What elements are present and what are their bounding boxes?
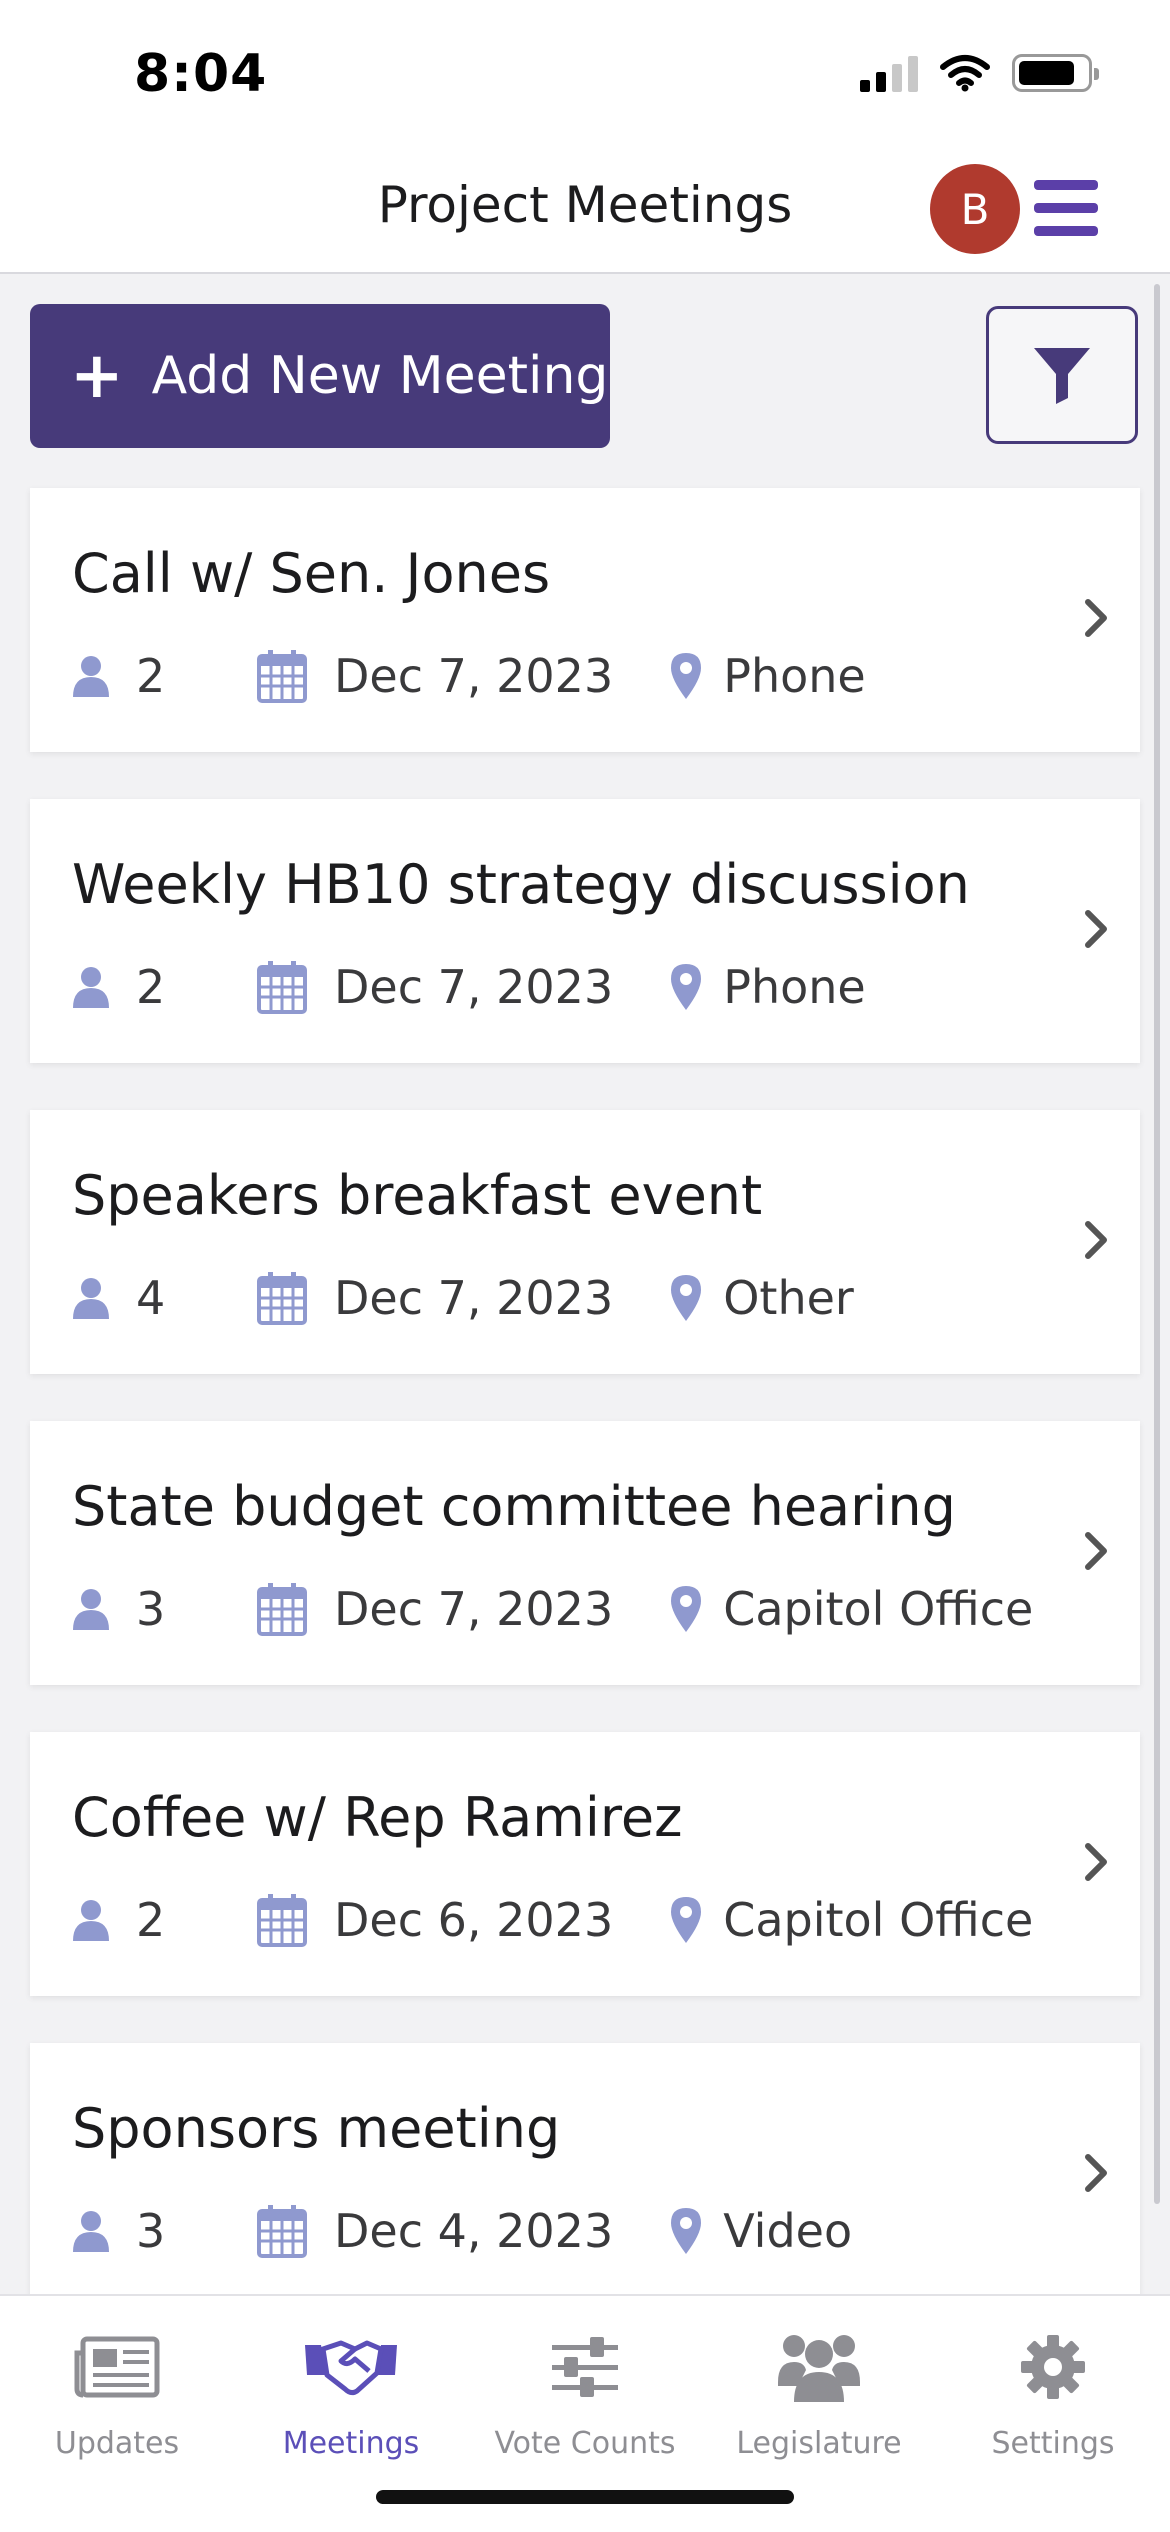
tab-updates[interactable]: Updates [0, 2312, 234, 2461]
calendar-icon [256, 648, 308, 704]
calendar-icon [256, 2203, 308, 2259]
chevron-right-icon [1082, 1529, 1110, 1577]
app-header: Project Meetings B [0, 150, 1170, 274]
attendee-count: 4 [136, 1271, 166, 1325]
gear-icon [1021, 2335, 1085, 2399]
location-pin-icon [669, 2206, 703, 2256]
meeting-date: Dec 7, 2023 [334, 649, 614, 703]
person-icon [72, 655, 110, 697]
attendee-count: 2 [136, 960, 166, 1014]
tab-vote-counts[interactable]: Vote Counts [468, 2312, 702, 2461]
calendar-icon [256, 1270, 308, 1326]
meeting-title: Speakers breakfast event [72, 1164, 763, 1227]
chevron-right-icon [1082, 1840, 1110, 1888]
meeting-location: Video [723, 2204, 853, 2258]
users-icon [778, 2335, 860, 2402]
meeting-location: Capitol Office [723, 1582, 1034, 1636]
cellular-signal-icon [860, 54, 918, 92]
plus-icon: + [70, 339, 124, 413]
meeting-card[interactable]: Weekly HB10 strategy discussion 2 Dec 7, 2… [30, 799, 1140, 1063]
home-indicator [376, 2490, 794, 2504]
tab-label: Meetings [282, 2426, 420, 2461]
filter-icon [1034, 348, 1090, 404]
meeting-meta: 3 Dec 7, 2023 Capitol Office [72, 1581, 1033, 1637]
status-time: 8:04 [134, 44, 268, 104]
attendee-count: 2 [136, 649, 166, 703]
meeting-card[interactable]: Sponsors meeting 3 Dec 4, 2023 Video [30, 2043, 1140, 2294]
sliders-icon [552, 2337, 618, 2397]
meeting-card[interactable]: Coffee w/ Rep Ramirez 2 Dec 6, 2023 Capitol… [30, 1732, 1140, 1996]
person-icon [72, 966, 110, 1008]
handshake-icon [305, 2340, 397, 2396]
meeting-location: Capitol Office [723, 1893, 1034, 1947]
attendee-count: 3 [136, 2204, 166, 2258]
meeting-date: Dec 7, 2023 [334, 960, 614, 1014]
add-new-meeting-label: Add New Meeting [151, 346, 609, 406]
meeting-location: Phone [723, 649, 866, 703]
tab-label: Legislature [736, 2426, 902, 2461]
meeting-title: Coffee w/ Rep Ramirez [72, 1786, 683, 1849]
person-icon [72, 1899, 110, 1941]
tab-legislature[interactable]: Legislature [702, 2312, 936, 2461]
meeting-title: Call w/ Sen. Jones [72, 542, 551, 605]
person-icon [72, 2210, 110, 2252]
person-icon [72, 1588, 110, 1630]
hamburger-menu-icon[interactable] [1034, 180, 1098, 236]
location-pin-icon [669, 962, 703, 1012]
meetings-list-view[interactable]: + Add New Meeting Call w/ Sen. Jones 2 Dec… [0, 276, 1170, 2294]
location-pin-icon [669, 1584, 703, 1634]
tab-label: Vote Counts [494, 2426, 676, 2461]
meeting-location: Other [723, 1271, 854, 1325]
wifi-icon [940, 55, 990, 92]
tab-meetings[interactable]: Meetings [234, 2312, 468, 2461]
attendee-count: 3 [136, 1582, 166, 1636]
attendee-count: 2 [136, 1893, 166, 1947]
meeting-date: Dec 7, 2023 [334, 1582, 614, 1636]
chevron-right-icon [1082, 1218, 1110, 1266]
meeting-date: Dec 6, 2023 [334, 1893, 614, 1947]
meeting-date: Dec 4, 2023 [334, 2204, 614, 2258]
calendar-icon [256, 1892, 308, 1948]
meeting-title: Weekly HB10 strategy discussion [72, 853, 970, 916]
tab-label: Updates [54, 2426, 180, 2461]
calendar-icon [256, 959, 308, 1015]
battery-icon [1012, 54, 1099, 92]
meeting-title: State budget committee hearing [72, 1475, 956, 1538]
chevron-right-icon [1082, 596, 1110, 644]
meeting-meta: 4 Dec 7, 2023 Other [72, 1270, 854, 1326]
newspaper-icon [74, 2336, 160, 2398]
avatar[interactable]: B [930, 164, 1020, 254]
meeting-meta: 2 Dec 7, 2023 Phone [72, 648, 866, 704]
person-icon [72, 1277, 110, 1319]
filter-button[interactable] [986, 306, 1138, 444]
status-bar: 8:04 [0, 0, 1170, 150]
meeting-title: Sponsors meeting [72, 2097, 561, 2160]
scrollbar[interactable] [1154, 284, 1160, 2204]
meeting-card[interactable]: Speakers breakfast event 4 Dec 7, 2023 Othe… [30, 1110, 1140, 1374]
chevron-right-icon [1082, 907, 1110, 955]
location-pin-icon [669, 651, 703, 701]
meeting-card[interactable]: Call w/ Sen. Jones 2 Dec 7, 2023 Phone [30, 488, 1140, 752]
location-pin-icon [669, 1273, 703, 1323]
calendar-icon [256, 1581, 308, 1637]
tab-settings[interactable]: Settings [936, 2312, 1170, 2461]
tab-label: Settings [991, 2426, 1115, 2461]
meeting-meta: 3 Dec 4, 2023 Video [72, 2203, 852, 2259]
meeting-meta: 2 Dec 6, 2023 Capitol Office [72, 1892, 1033, 1948]
chevron-right-icon [1082, 2151, 1110, 2199]
meeting-meta: 2 Dec 7, 2023 Phone [72, 959, 866, 1015]
add-new-meeting-button[interactable]: + Add New Meeting [30, 304, 610, 448]
meeting-date: Dec 7, 2023 [334, 1271, 614, 1325]
location-pin-icon [669, 1895, 703, 1945]
status-icons [860, 54, 1099, 92]
meeting-location: Phone [723, 960, 866, 1014]
meeting-card[interactable]: State budget committee hearing 3 Dec 7, 20… [30, 1421, 1140, 1685]
